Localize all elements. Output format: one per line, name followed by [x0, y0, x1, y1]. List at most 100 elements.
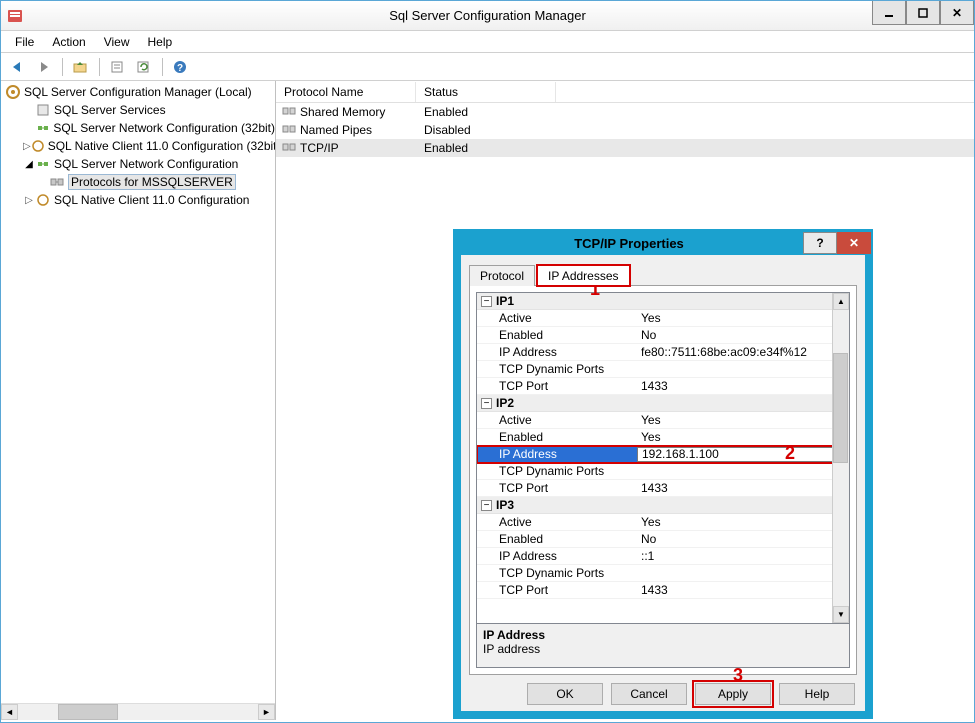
key-dyn: TCP Dynamic Ports	[477, 566, 637, 580]
key-addr: IP Address	[477, 345, 637, 359]
val-ip2-enabled[interactable]: Yes	[637, 430, 849, 444]
annotation-3: 3	[733, 665, 743, 686]
menubar: File Action View Help	[1, 31, 974, 53]
key-dyn: TCP Dynamic Ports	[477, 464, 637, 478]
menu-action[interactable]: Action	[44, 33, 93, 51]
val-ip2-active[interactable]: Yes	[637, 413, 849, 427]
refresh-icon[interactable]	[133, 56, 155, 78]
protocol-icon	[282, 105, 296, 120]
tree-client32[interactable]: SQL Native Client 11.0 Configuration (32…	[48, 139, 276, 153]
network-icon	[35, 120, 51, 136]
key-dyn: TCP Dynamic Ports	[477, 362, 637, 376]
key-port: TCP Port	[477, 481, 637, 495]
key-port: TCP Port	[477, 379, 637, 393]
tree-pane: SQL Server Configuration Manager (Local)…	[1, 81, 276, 720]
menu-view[interactable]: View	[96, 33, 138, 51]
main-window: Sql Server Configuration Manager ✕ File …	[0, 0, 975, 723]
key-enabled: Enabled	[477, 328, 637, 342]
scroll-thumb[interactable]	[58, 704, 118, 720]
toolbar: ?	[1, 53, 974, 81]
description-text: IP address	[483, 642, 843, 656]
protocol-name: TCP/IP	[300, 141, 339, 155]
tcpip-dialog: TCP/IP Properties ? ✕ Protocol IP Addres…	[453, 229, 873, 719]
ok-button[interactable]: OK	[527, 683, 603, 705]
tree-netconfig[interactable]: SQL Server Network Configuration	[54, 157, 238, 171]
properties-icon[interactable]	[107, 56, 129, 78]
protocol-status: Enabled	[416, 105, 556, 119]
val-ip2-port[interactable]: 1433	[637, 481, 849, 495]
list-row[interactable]: Named Pipes Disabled	[276, 121, 974, 139]
key-addr: IP Address	[477, 447, 637, 461]
protocol-status: Disabled	[416, 123, 556, 137]
col-protocol-name[interactable]: Protocol Name	[276, 82, 416, 102]
scroll-left-icon[interactable]: ◄	[1, 704, 18, 720]
menu-help[interactable]: Help	[140, 33, 181, 51]
list-row[interactable]: Shared Memory Enabled	[276, 103, 974, 121]
tab-page: −IP1 ActiveYes EnabledNo IP Addressfe80:…	[469, 285, 857, 675]
client-icon	[35, 192, 51, 208]
apply-button[interactable]: Apply	[695, 683, 771, 705]
protocols-icon	[49, 174, 65, 190]
list-row[interactable]: TCP/IP Enabled	[276, 139, 974, 157]
key-addr: IP Address	[477, 549, 637, 563]
tree-services[interactable]: SQL Server Services	[54, 103, 166, 117]
col-status[interactable]: Status	[416, 82, 556, 102]
annotation-2: 2	[785, 443, 795, 464]
config-root-icon	[5, 84, 21, 100]
services-icon	[35, 102, 51, 118]
scroll-thumb[interactable]	[833, 353, 848, 463]
val-ip3-port[interactable]: 1433	[637, 583, 849, 597]
val-ip2-addr[interactable]: 192.168.1.100	[637, 447, 849, 462]
key-active: Active	[477, 311, 637, 325]
grid-scrollbar[interactable]: ▲ ▼	[832, 293, 849, 623]
dialog-help-button[interactable]: ?	[803, 232, 837, 254]
cancel-button[interactable]: Cancel	[611, 683, 687, 705]
val-ip1-active[interactable]: Yes	[637, 311, 849, 325]
svg-text:?: ?	[177, 63, 183, 74]
tab-ip-addresses[interactable]: IP Addresses	[537, 265, 630, 286]
dialog-titlebar: TCP/IP Properties ? ✕	[455, 231, 871, 255]
network-icon	[35, 156, 51, 172]
back-icon[interactable]	[7, 56, 29, 78]
val-ip1-port[interactable]: 1433	[637, 379, 849, 393]
forward-icon[interactable]	[33, 56, 55, 78]
dialog-close-button[interactable]: ✕	[837, 232, 871, 254]
close-button[interactable]: ✕	[940, 1, 974, 25]
scroll-up-icon[interactable]: ▲	[833, 293, 849, 310]
collapse-twist-icon[interactable]: ◢	[23, 159, 35, 170]
group-ip3: IP3	[496, 498, 514, 512]
scroll-right-icon[interactable]: ►	[258, 704, 275, 720]
help-icon[interactable]: ?	[170, 56, 192, 78]
tree-hscroll[interactable]: ◄ ►	[1, 703, 275, 720]
key-enabled: Enabled	[477, 430, 637, 444]
scroll-down-icon[interactable]: ▼	[833, 606, 849, 623]
val-ip1-enabled[interactable]: No	[637, 328, 849, 342]
expand-twist-icon[interactable]: ▷	[23, 195, 35, 206]
key-active: Active	[477, 413, 637, 427]
protocol-name: Named Pipes	[300, 123, 372, 137]
val-ip3-addr[interactable]: ::1	[637, 549, 849, 563]
client-icon	[31, 138, 45, 154]
expand-twist-icon[interactable]: ▷	[23, 141, 31, 152]
dialog-title: TCP/IP Properties	[455, 236, 803, 251]
val-ip3-active[interactable]: Yes	[637, 515, 849, 529]
val-ip1-addr[interactable]: fe80::7511:68be:ac09:e34f%12	[637, 345, 849, 359]
tree-root[interactable]: SQL Server Configuration Manager (Local)	[24, 85, 252, 99]
tab-protocol[interactable]: Protocol	[469, 265, 535, 286]
key-port: TCP Port	[477, 583, 637, 597]
titlebar: Sql Server Configuration Manager ✕	[1, 1, 974, 31]
tree-client[interactable]: SQL Native Client 11.0 Configuration	[54, 193, 249, 207]
minimize-button[interactable]	[872, 1, 906, 25]
group-ip2: IP2	[496, 396, 514, 410]
help-button[interactable]: Help	[779, 683, 855, 705]
app-icon	[7, 8, 23, 24]
collapse-icon[interactable]: −	[481, 500, 492, 511]
collapse-icon[interactable]: −	[481, 296, 492, 307]
tree-net32[interactable]: SQL Server Network Configuration (32bit)	[53, 121, 275, 135]
folder-up-icon[interactable]	[70, 56, 92, 78]
menu-file[interactable]: File	[7, 33, 42, 51]
val-ip3-enabled[interactable]: No	[637, 532, 849, 546]
maximize-button[interactable]	[906, 1, 940, 25]
collapse-icon[interactable]: −	[481, 398, 492, 409]
tree-protocols-selected[interactable]: Protocols for MSSQLSERVER	[68, 174, 236, 190]
